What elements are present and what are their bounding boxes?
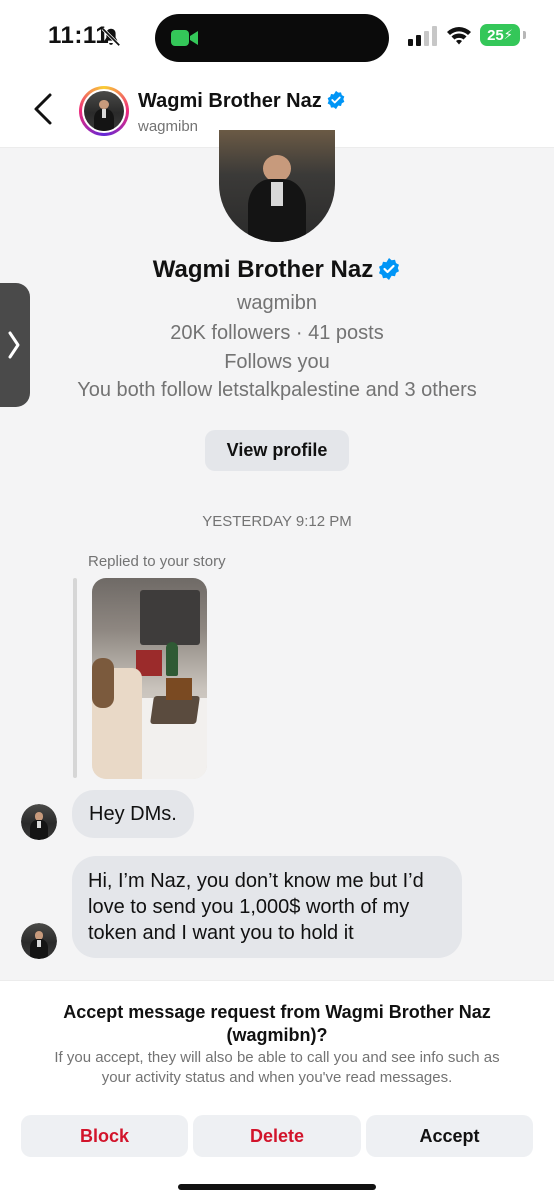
- message-text-line: token and I want you to hold it: [88, 922, 354, 944]
- request-title: Accept message request from Wagmi Brothe…: [40, 1001, 514, 1047]
- story-reply-label: Replied to your story: [88, 553, 226, 570]
- sender-avatar[interactable]: [21, 923, 57, 959]
- profile-name: Wagmi Brother Naz: [0, 256, 554, 284]
- message-timestamp: YESTERDAY 9:12 PM: [202, 513, 352, 530]
- delete-button[interactable]: Delete: [193, 1115, 361, 1157]
- status-bar: 11:11 25 ⚡: [0, 0, 554, 70]
- header-name-text: Wagmi Brother Naz: [138, 90, 322, 112]
- battery-nub: [523, 31, 526, 39]
- block-button[interactable]: Block: [21, 1115, 188, 1157]
- profile-name-text: Wagmi Brother Naz: [152, 256, 374, 283]
- signal-icon: [408, 26, 437, 46]
- header-avatar[interactable]: [79, 86, 129, 136]
- back-chevron-icon[interactable]: [30, 92, 58, 126]
- message-bubble[interactable]: Hey DMs.: [72, 790, 194, 838]
- profile-username: wagmibn: [236, 292, 318, 314]
- header-title[interactable]: Wagmi Brother Naz: [138, 90, 346, 113]
- home-indicator[interactable]: [178, 1184, 376, 1190]
- message-text: Hey DMs.: [89, 803, 177, 825]
- profile-avatar[interactable]: [219, 130, 335, 242]
- bell-slash-icon: [101, 27, 121, 47]
- message-request-panel: Accept message request from Wagmi Brothe…: [0, 980, 554, 1200]
- sender-avatar[interactable]: [21, 804, 57, 840]
- view-profile-button[interactable]: View profile: [205, 430, 349, 471]
- wifi-icon: [447, 27, 471, 45]
- request-description-line: If you accept, they will also be able to…: [54, 1049, 500, 1066]
- battery-indicator: 25 ⚡: [480, 24, 520, 46]
- message-bubble[interactable]: Hi, I’m Naz, you don’t know me but I’d l…: [72, 856, 462, 958]
- profile-follows-you: Follows you: [224, 351, 330, 373]
- battery-level: 25: [487, 26, 504, 44]
- verified-badge-icon: [379, 258, 400, 280]
- facetime-icon: [171, 30, 198, 46]
- profile-mutual-follows: You both follow letstalkpalestine and 3 …: [77, 379, 477, 401]
- accept-button[interactable]: Accept: [366, 1115, 533, 1157]
- dynamic-island: [155, 14, 389, 62]
- verified-badge-icon: [327, 90, 345, 110]
- request-title-line: Accept message request from Wagmi Brothe…: [63, 1002, 491, 1022]
- request-title-line: (wagmibn)?: [226, 1025, 328, 1045]
- message-text-line: love to send you 1,000$ worth of my: [88, 896, 410, 918]
- message-text-line: Hi, I’m Naz, you don’t know me but I’d: [88, 870, 424, 892]
- header-username: wagmibn: [138, 118, 199, 135]
- profile-stats: 20K followers · 41 posts: [170, 322, 384, 344]
- request-description-line: your activity status and when you've rea…: [101, 1069, 453, 1086]
- reply-quote-bar: [73, 578, 77, 778]
- request-description: If you accept, they will also be able to…: [20, 1048, 534, 1088]
- story-thumbnail[interactable]: [92, 578, 207, 779]
